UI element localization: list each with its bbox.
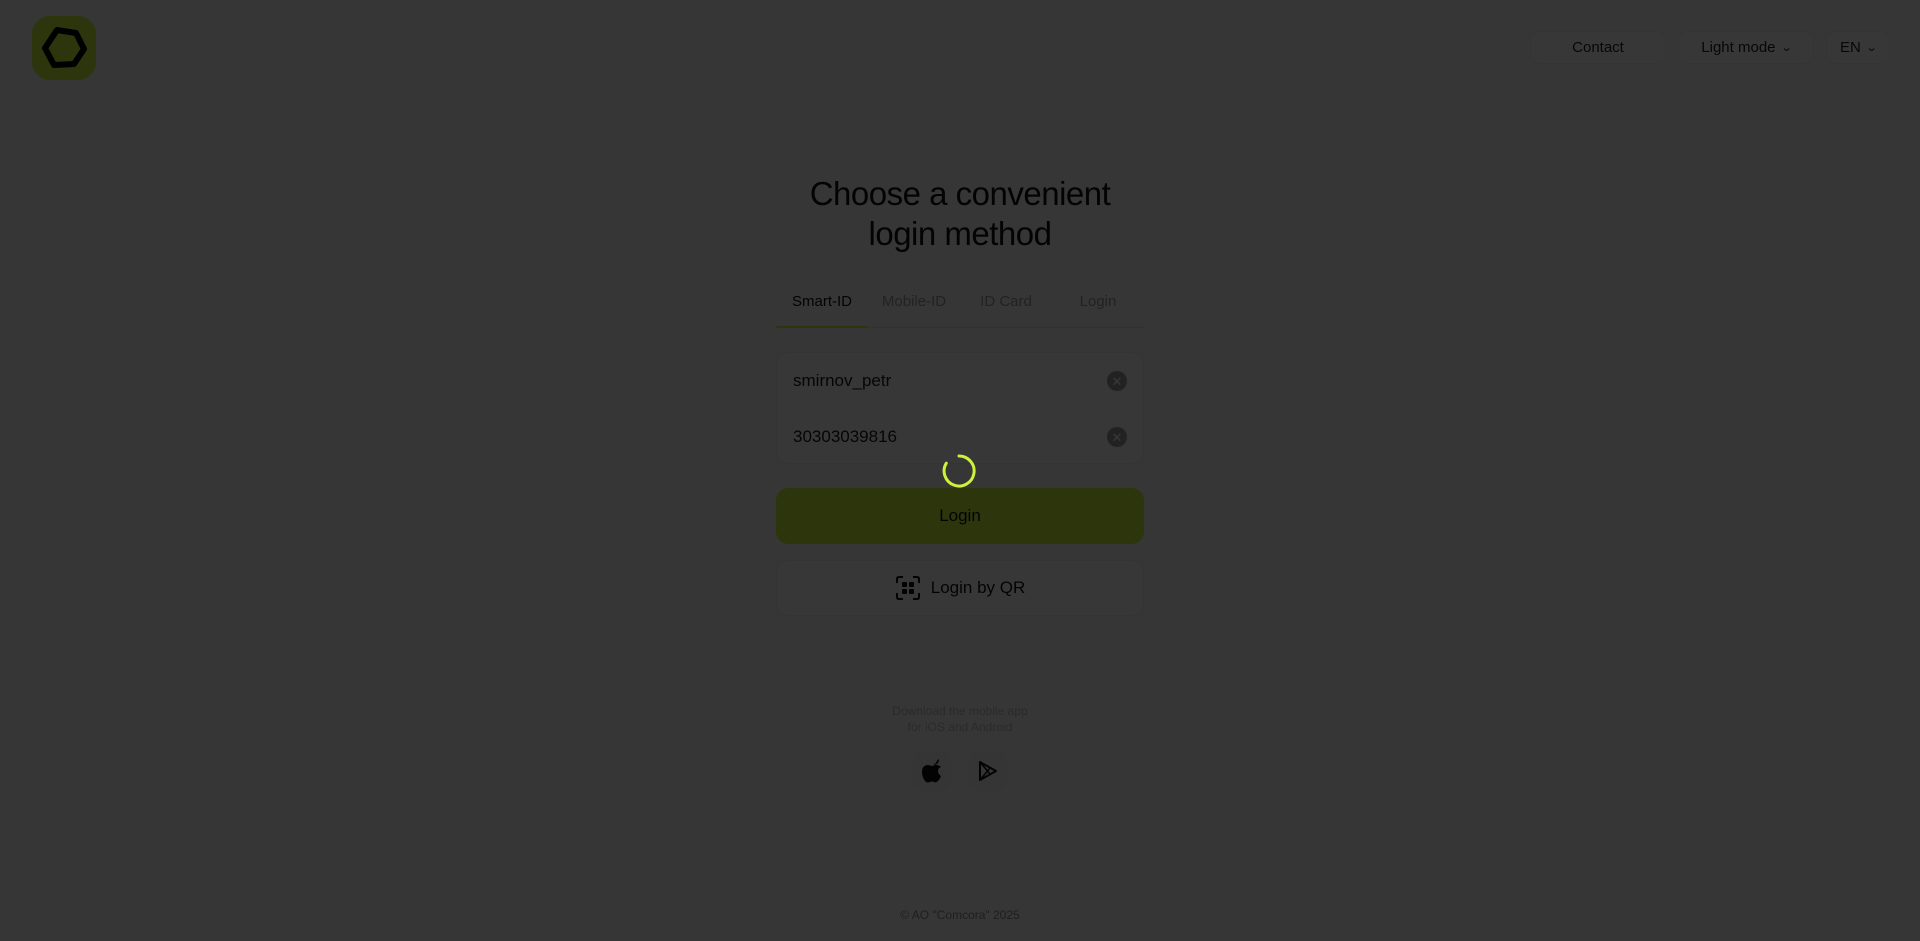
personal-id-field[interactable]: 30303039816 ✕ (793, 417, 1127, 457)
language-label: EN (1839, 39, 1861, 56)
tab-login[interactable]: Login (1052, 288, 1144, 327)
language-dropdown[interactable]: EN ⌄ (1826, 31, 1890, 64)
clear-username-icon[interactable]: ✕ (1107, 371, 1127, 391)
download-app-label: Download the mobile app for iOS and Andr… (892, 704, 1028, 734)
page-title: Choose a convenient login method (0, 174, 1920, 254)
app-store-links (912, 751, 1008, 791)
hexagon-logo-icon (42, 27, 87, 68)
login-by-qr-button[interactable]: Login by QR (776, 560, 1144, 616)
login-button-label: Login (939, 506, 981, 525)
chevron-down-icon: ⌄ (1865, 42, 1878, 54)
tab-smart-id[interactable]: Smart-ID (776, 288, 868, 328)
personal-id-value[interactable]: 30303039816 (793, 427, 897, 447)
page-title-text: Choose a convenient login method (809, 175, 1111, 252)
contact-button[interactable]: Contact (1530, 31, 1666, 64)
google-play-button[interactable] (968, 751, 1008, 791)
download-app-text: Download the mobile app for iOS and Andr… (0, 703, 1920, 735)
qr-scan-icon (895, 576, 920, 600)
chevron-down-icon: ⌄ (1780, 42, 1793, 54)
username-value[interactable]: smirnov_petr (793, 371, 891, 391)
footer-copyright: © AO "Comcora" 2025 (900, 908, 1020, 922)
login-by-qr-label: Login by QR (930, 578, 1026, 597)
theme-mode-dropdown[interactable]: Light mode ⌄ (1678, 31, 1814, 64)
brand-logo[interactable] (32, 16, 96, 80)
login-page: Contact Light mode ⌄ EN ⌄ Choose a conve… (0, 0, 1920, 941)
tab-id-card[interactable]: ID Card (960, 288, 1052, 327)
login-button[interactable]: Login (776, 488, 1144, 544)
header-actions: Contact Light mode ⌄ EN ⌄ (1530, 31, 1890, 64)
apple-icon (922, 759, 941, 783)
theme-mode-label: Light mode (1701, 39, 1776, 56)
tab-mobile-id[interactable]: Mobile-ID (868, 288, 960, 327)
login-form-fields: smirnov_petr ✕ 30303039816 ✕ (776, 352, 1144, 464)
username-field[interactable]: smirnov_petr ✕ (793, 361, 1127, 401)
login-method-tabs: Smart-ID Mobile-ID ID Card Login (776, 288, 1144, 328)
contact-label: Contact (1572, 39, 1624, 56)
loading-spinner-icon (942, 454, 976, 488)
google-play-icon (979, 761, 997, 781)
clear-id-icon[interactable]: ✕ (1107, 427, 1127, 447)
app-store-button[interactable] (912, 751, 952, 791)
